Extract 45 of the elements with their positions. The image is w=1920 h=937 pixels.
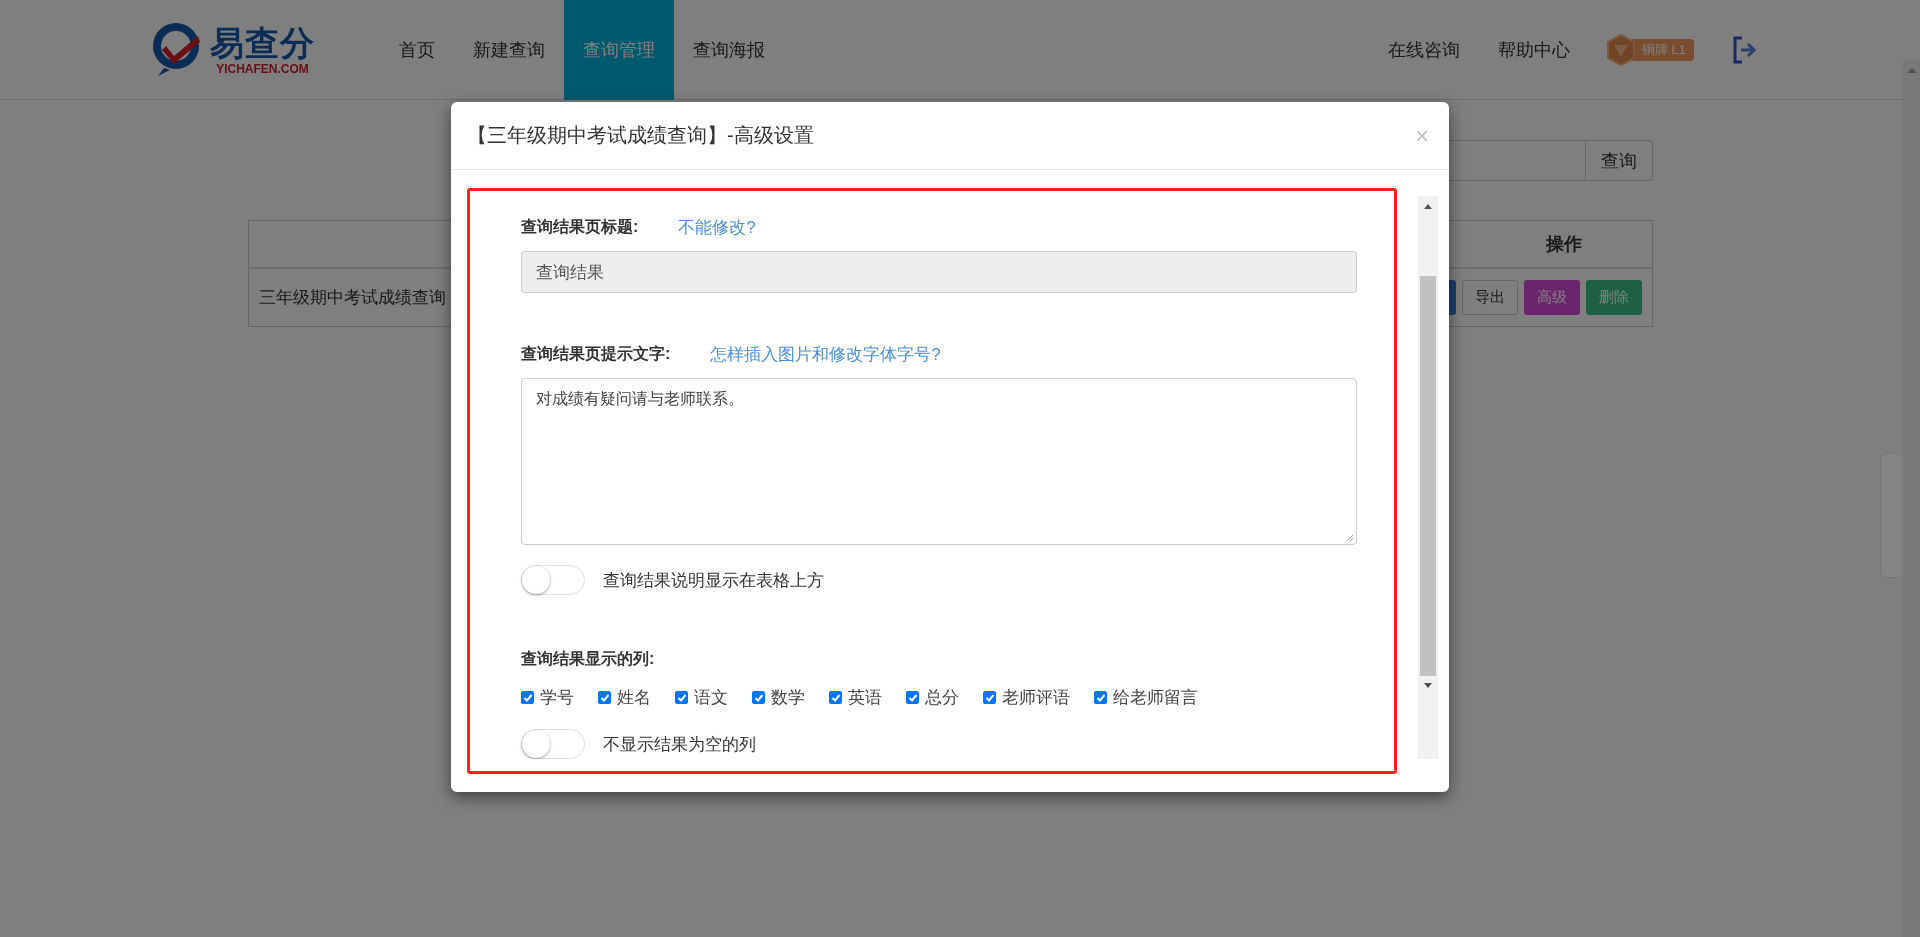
scrollbar[interactable] <box>1418 196 1438 759</box>
nav-tab[interactable]: 查询海报 <box>674 0 784 100</box>
header-link[interactable]: 在线咨询 <box>1387 37 1460 62</box>
resize-grip-icon[interactable] <box>1346 534 1354 542</box>
action-button[interactable]: 高级 <box>1524 280 1580 315</box>
field-label: 查询结果页标题: <box>521 217 639 237</box>
logo-brand: 易查分 <box>210 23 315 62</box>
field-label: 查询结果页提示文字: <box>521 344 671 364</box>
table-cell-text: 三年级期中考试成绩查询 <box>259 287 446 309</box>
checkbox-label: 英语 <box>848 687 882 709</box>
tip-text-area[interactable]: 对成绩有疑问请与老师联系。 <box>521 378 1357 545</box>
checkbox[interactable] <box>521 691 534 704</box>
checkbox[interactable] <box>829 691 842 704</box>
help-link[interactable]: 怎样插入图片和修改字体字号? <box>710 343 941 366</box>
toggle-label: 不显示结果为空的列 <box>603 733 756 756</box>
logout-icon[interactable] <box>1732 35 1758 64</box>
nav-tab[interactable]: 首页 <box>380 0 454 100</box>
checkbox-label: 姓名 <box>617 687 651 709</box>
checkbox-label: 语文 <box>694 687 728 709</box>
dialog-title: 【三年级期中考试成绩查询】-高级设置 <box>467 123 814 148</box>
checkbox[interactable] <box>906 691 919 704</box>
checkbox[interactable] <box>983 691 996 704</box>
field-label: 查询结果显示的列: <box>521 649 655 669</box>
checkbox-label: 总分 <box>925 687 959 709</box>
toggle-switch[interactable] <box>521 565 585 595</box>
header-link[interactable]: 帮助中心 <box>1497 37 1570 62</box>
checkbox[interactable] <box>1094 691 1107 704</box>
toggle-switch[interactable] <box>521 729 585 759</box>
toggle-label: 查询结果说明显示在表格上方 <box>603 569 824 592</box>
checkbox-label: 老师评语 <box>1002 687 1070 709</box>
hexagon-medal-icon <box>1605 33 1636 66</box>
action-button[interactable]: 导出 <box>1462 280 1518 315</box>
nav-tab[interactable]: 新建查询 <box>454 0 564 100</box>
scroll-up-icon[interactable] <box>1424 203 1432 209</box>
checkbox[interactable] <box>675 691 688 704</box>
scroll-down-icon[interactable] <box>1424 683 1432 689</box>
checkbox-label: 数学 <box>771 687 805 709</box>
logo-domain: YICHAFEN.COM <box>216 61 309 76</box>
checkbox-label: 给老师留言 <box>1113 687 1198 709</box>
checkbox[interactable] <box>752 691 765 704</box>
checkbox[interactable] <box>598 691 611 704</box>
column-header: 操作 <box>1546 233 1582 256</box>
page-scrollbar[interactable] <box>1903 60 1920 937</box>
checkbox-label: 学号 <box>540 687 574 709</box>
search-button[interactable]: 查询 <box>1586 140 1653 181</box>
